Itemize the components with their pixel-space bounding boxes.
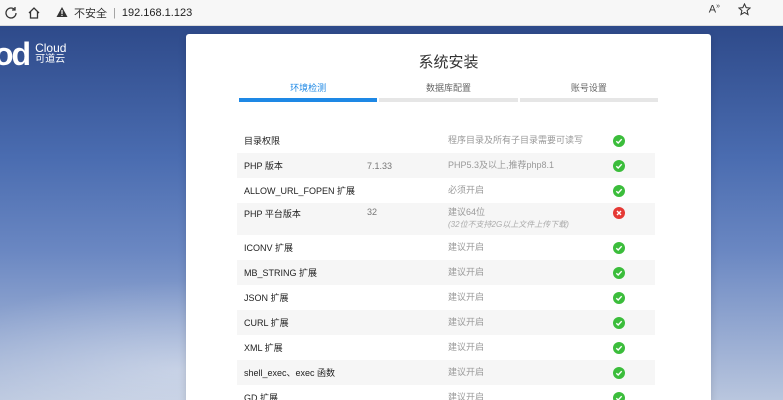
read-aloud-icon[interactable]: A» [709,3,720,21]
favorite-star-icon[interactable] [737,2,752,21]
logo-text-cn: 可道云 [35,54,66,66]
check-error-icon [613,207,625,219]
tab-progress-bar [239,98,378,102]
check-name: ALLOW_URL_FOPEN 扩展 [244,186,356,196]
check-requirement: 建议64位 [448,207,486,217]
check-ok-icon [613,391,625,400]
tab-label: 数据库配置 [425,83,471,93]
check-name: CURL 扩展 [244,318,289,328]
address-separator: | [113,7,116,19]
check-row-mb-string: MB_STRING 扩展 建议开启 [237,260,655,285]
check-requirement: 建议开启 [448,292,485,303]
check-row-directory-permission: 目录权限 程序目录及所有子目录需要可读写 [237,128,655,153]
check-row-json: JSON 扩展 建议开启 [237,285,655,310]
check-name: PHP 版本 [244,161,283,171]
tab-progress-bar [379,98,518,102]
warning-icon[interactable] [56,6,68,21]
tab-database-config[interactable]: 数据库配置 [379,80,518,102]
address-bar[interactable]: 不安全 | 192.168.1.123 [56,2,752,24]
brand-logo: od Cloud 可道云 [0,38,66,70]
check-row-shell-exec: shell_exec、exec 函数 建议开启 [237,360,655,385]
reload-icon[interactable] [0,2,22,24]
check-requirement: 建议开启 [448,242,485,253]
check-name: shell_exec、exec 函数 [244,368,336,378]
check-row-gd: GD 扩展 建议开启 [237,385,655,400]
check-name: MB_STRING 扩展 [244,268,318,278]
tab-environment-check[interactable]: 环境检测 [239,80,378,102]
check-name: JSON 扩展 [244,293,289,303]
tab-progress-bar [519,98,658,102]
browser-toolbar: 不安全 | 192.168.1.123 A» [0,0,783,26]
tab-label: 账号设置 [570,83,607,93]
environment-check-list: 目录权限 程序目录及所有子目录需要可读写 PHP 版本 7.1.33 PHP5.… [237,128,655,400]
url-text[interactable]: 192.168.1.123 [122,7,192,19]
check-ok-icon [613,341,625,354]
check-requirement-block: 建议64位 (32位不支持2G以上文件上传下载) [448,206,569,231]
check-value: 7.1.33 [367,160,393,171]
check-note: (32位不支持2G以上文件上传下载) [448,220,569,230]
check-requirement: 建议开启 [448,367,485,378]
install-steps: 环境检测 数据库配置 账号设置 [239,80,658,102]
check-name: GD 扩展 [244,393,279,400]
check-ok-icon [613,134,625,147]
check-row-xml: XML 扩展 建议开启 [237,335,655,360]
check-requirement: 必须开启 [448,185,485,196]
tab-label: 环境检测 [290,83,327,93]
check-name: PHP 平台版本 [244,209,301,219]
check-row-allow-url-fopen: ALLOW_URL_FOPEN 扩展 必须开启 [237,178,655,203]
check-ok-icon [613,366,625,379]
check-name: XML 扩展 [244,343,283,353]
check-ok-icon [613,316,625,329]
logo-mark: od [0,36,31,72]
check-row-curl: CURL 扩展 建议开启 [237,310,655,335]
check-ok-icon [613,291,625,304]
tab-account-settings[interactable]: 账号设置 [519,80,658,102]
check-row-iconv: ICONV 扩展 建议开启 [237,235,655,260]
check-value: 32 [367,207,378,217]
check-name: 目录权限 [244,136,281,146]
security-label[interactable]: 不安全 [74,5,107,21]
check-row-php-version: PHP 版本 7.1.33 PHP5.3及以上,推荐php8.1 [237,153,655,178]
check-ok-icon [613,159,625,172]
check-requirement: 建议开启 [448,342,485,353]
check-requirement: 建议开启 [448,267,485,278]
check-ok-icon [613,266,625,279]
check-name: ICONV 扩展 [244,243,294,253]
check-requirement: 建议开启 [448,317,485,328]
check-requirement: 程序目录及所有子目录需要可读写 [448,135,584,146]
home-icon[interactable] [23,2,45,24]
check-row-php-platform: PHP 平台版本 32 建议64位 (32位不支持2G以上文件上传下载) [237,203,655,235]
check-requirement: PHP5.3及以上,推荐php8.1 [448,160,555,171]
check-ok-icon [613,241,625,254]
check-requirement: 建议开启 [448,392,485,400]
page-title: 系统安装 [418,54,479,71]
address-bar-actions: A» [709,2,752,21]
check-ok-icon [613,184,625,197]
install-panel: 系统安装 环境检测 数据库配置 账号设置 目录权限 程序目录及所有子目录需要可读… [186,34,711,400]
